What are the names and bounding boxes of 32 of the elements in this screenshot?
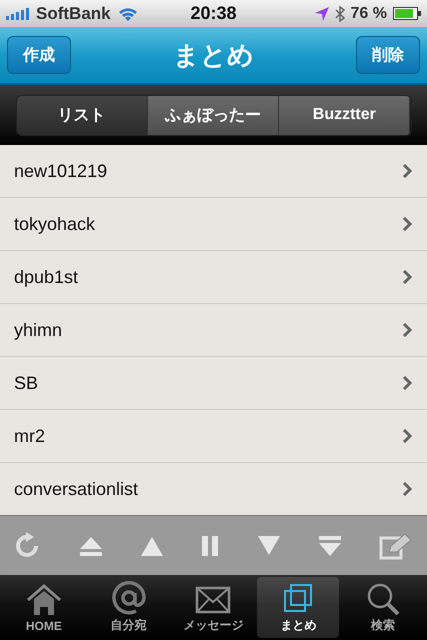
screen-title: まとめ [173,38,254,72]
bluetooth-icon [334,6,345,22]
compose-icon [378,532,413,560]
at-sign-icon [110,581,148,615]
delete-button[interactable]: 削除 [356,36,420,74]
segment-tab[interactable]: リスト [16,96,148,134]
segment-tab[interactable]: Buzztter [279,96,410,134]
down-icon [257,534,282,558]
pause-icon [200,534,220,558]
chevron-icon [402,482,412,496]
home-icon [24,582,63,616]
location-arrow-icon [314,6,329,20]
wifi-icon [116,6,139,22]
signal-icon [6,8,30,20]
create-button[interactable]: 作成 [7,36,71,74]
chevron-icon [402,429,412,443]
chevron-icon [402,217,412,231]
chevron-icon [402,164,412,178]
tab-bar-item[interactable]: まとめ [257,577,340,638]
battery-percent: 76 % [350,4,387,22]
tab-bar-item[interactable]: メッセージ [172,577,254,638]
tab-bar-item[interactable]: 検索 [342,577,424,638]
chevron-icon [402,376,412,390]
chevron-icon [402,270,412,284]
chevron-icon [402,323,412,337]
tab-bar-item[interactable]: HOME [3,577,85,638]
clock-time: 20:38 [190,3,237,24]
segment-tab[interactable]: ふぁぼったー [148,96,280,134]
tab-bar-item[interactable]: 自分宛 [88,577,170,638]
battery-icon [393,7,421,20]
carrier-name: SoftBank [36,4,111,24]
bottom-icon [318,534,342,558]
